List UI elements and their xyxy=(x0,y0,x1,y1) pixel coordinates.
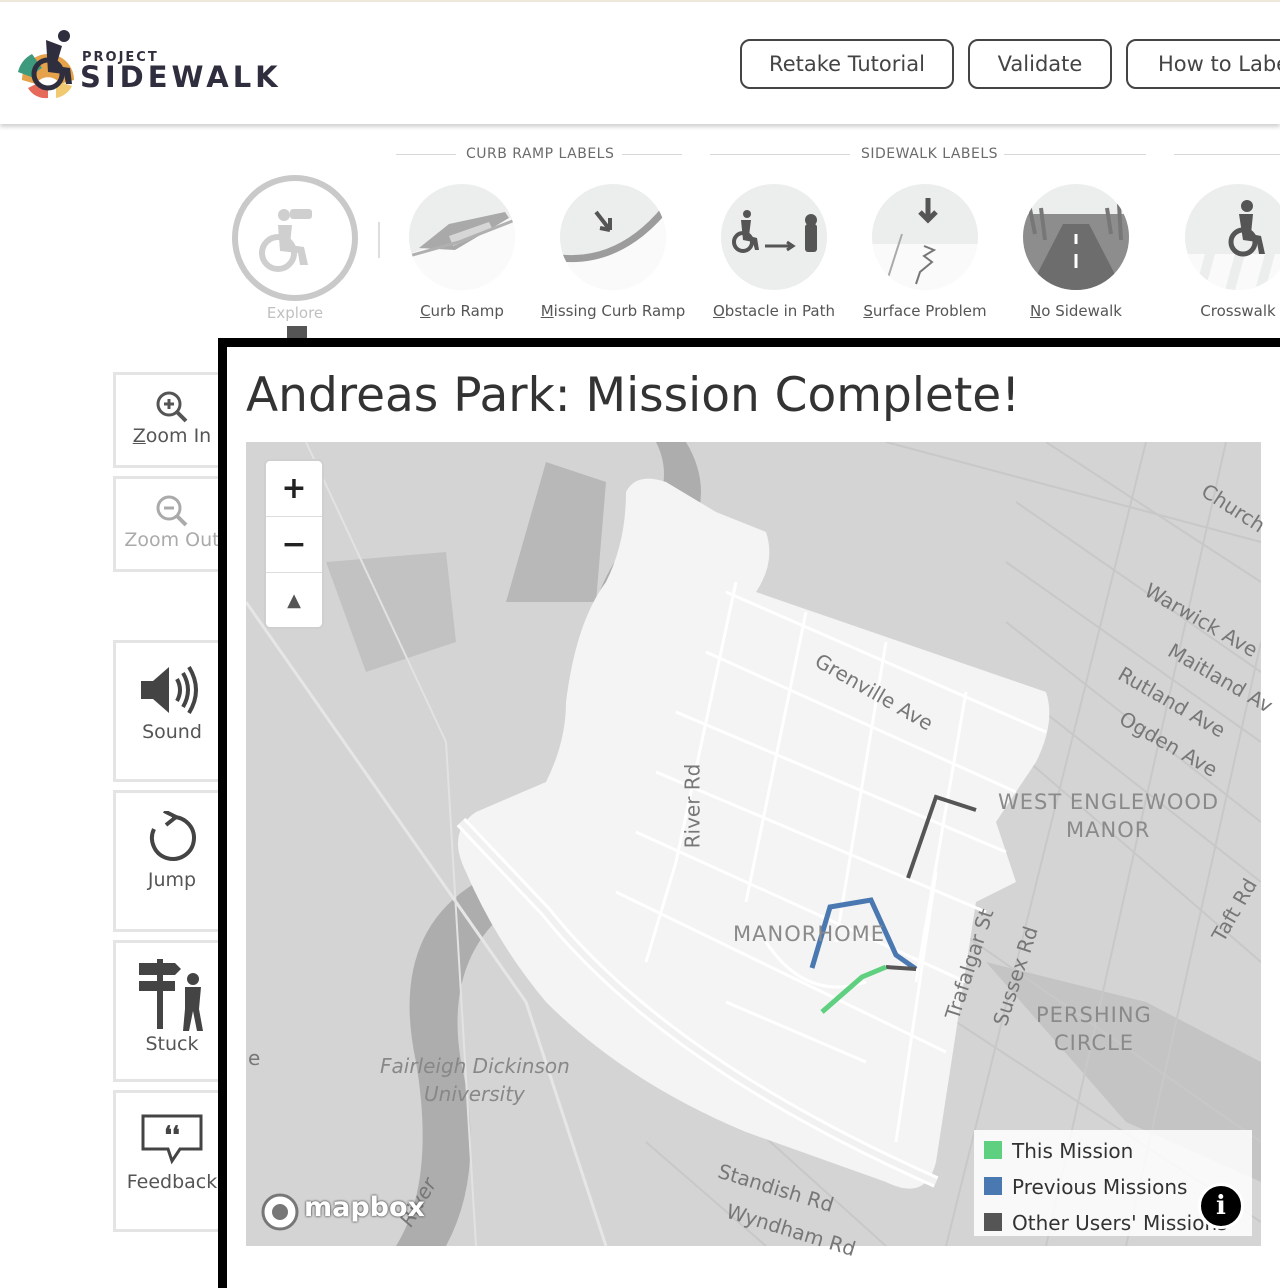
map-zoom-in-button[interactable]: + xyxy=(266,461,322,517)
missing-curb-ramp-label: Missing Curb Ramp xyxy=(540,302,686,320)
sound-button[interactable]: Sound xyxy=(113,640,223,782)
section-divider xyxy=(622,154,682,155)
legend-swatch xyxy=(984,1177,1002,1195)
map-label-west-englewood: WEST ENGLEWOOD xyxy=(998,790,1220,814)
zoom-out-icon xyxy=(116,493,228,533)
legend-this-mission: This Mission xyxy=(984,1139,1133,1163)
section-divider xyxy=(710,154,850,155)
obstacle-in-path-icon xyxy=(721,184,827,290)
surface-problem-label: Surface Problem xyxy=(863,302,987,320)
jump-button[interactable]: Jump xyxy=(113,790,223,932)
legend-previous-missions: Previous Missions xyxy=(984,1175,1187,1199)
project-sidewalk-logo[interactable]: PROJECT SIDEWALK xyxy=(16,28,286,102)
map-label-edge: e xyxy=(248,1046,261,1070)
signpost-person-icon xyxy=(116,955,228,1039)
zoom-out-side-button[interactable]: Zoom Out xyxy=(113,476,223,572)
map-label-river-rd: River Rd xyxy=(680,763,705,849)
curb-ramp-tool[interactable]: Curb Ramp xyxy=(387,184,537,320)
section-divider xyxy=(396,154,456,155)
surface-problem-tool[interactable]: Surface Problem xyxy=(850,184,1000,320)
sound-label: Sound xyxy=(142,721,202,743)
no-sidewalk-tool[interactable]: No Sidewalk xyxy=(1001,184,1151,320)
mapbox-logo-icon xyxy=(261,1193,299,1231)
explore-tool-button[interactable] xyxy=(232,175,358,301)
mission-complete-title: Andreas Park: Mission Complete! xyxy=(246,368,1021,423)
feedback-bubble-icon: ❛❛ xyxy=(116,1113,228,1169)
zoom-in-label: Zoom In xyxy=(132,425,212,447)
explore-binoculars-icon xyxy=(259,209,312,272)
svg-text:❛❛: ❛❛ xyxy=(164,1120,179,1149)
crosswalk-label: Crosswalk xyxy=(1200,302,1276,320)
speaker-icon xyxy=(116,663,228,721)
zoom-out-label: Zoom Out xyxy=(124,529,220,551)
map-label-circle: CIRCLE xyxy=(1054,1031,1135,1055)
mapbox-logo-text: mapbox xyxy=(304,1192,425,1223)
toolbar-divider xyxy=(378,222,380,258)
missing-curb-ramp-tool[interactable]: Missing Curb Ramp xyxy=(538,184,688,320)
obstacle-in-path-label: Obstacle in Path xyxy=(712,302,836,320)
map-label-manor-home: MANORHOME xyxy=(733,922,886,946)
jump-arrow-icon xyxy=(116,809,228,869)
obstacle-in-path-tool[interactable]: Obstacle in Path xyxy=(699,184,849,320)
section-divider xyxy=(1004,154,1146,155)
retake-tutorial-button[interactable]: Retake Tutorial xyxy=(740,39,954,89)
header-bar: PROJECT SIDEWALK Retake Tutorial Validat… xyxy=(0,0,1280,124)
compass-icon[interactable]: ▲ xyxy=(266,573,322,628)
zoom-in-icon xyxy=(116,389,228,429)
map-label-pershing: PERSHING xyxy=(1036,1003,1152,1027)
stuck-label: Stuck xyxy=(145,1033,199,1055)
map-zoom-controls: + − ▲ xyxy=(264,459,324,629)
curb-ramp-icon xyxy=(409,184,515,290)
no-sidewalk-label: No Sidewalk xyxy=(1030,302,1122,320)
feedback-label: Feedback xyxy=(126,1171,218,1193)
map-label-university: University xyxy=(424,1082,525,1106)
curb-ramp-label: Curb Ramp xyxy=(420,302,504,320)
map-zoom-out-button[interactable]: − xyxy=(266,517,322,573)
map-canvas xyxy=(246,442,1261,1246)
info-icon[interactable]: i xyxy=(1198,1183,1244,1229)
feedback-button[interactable]: ❛❛ Feedback xyxy=(113,1090,223,1232)
explore-label: Explore xyxy=(266,304,324,322)
validate-button[interactable]: Validate xyxy=(968,39,1112,89)
surface-problem-icon xyxy=(872,184,978,290)
map-label-fdu: Fairleigh Dickinson xyxy=(380,1054,570,1078)
mission-map[interactable] xyxy=(246,442,1261,1246)
logo-sidewalk-text: SIDEWALK xyxy=(80,60,282,94)
no-sidewalk-icon xyxy=(1023,184,1129,290)
how-to-label-button[interactable]: How to Label xyxy=(1126,39,1280,89)
sidewalk-section-title: SIDEWALK LABELS xyxy=(861,146,999,162)
zoom-in-side-button[interactable]: Zoom In xyxy=(113,372,223,468)
section-divider xyxy=(1174,154,1280,155)
jump-label: Jump xyxy=(147,869,197,891)
curb-ramp-section-title: CURB RAMP LABELS xyxy=(466,146,615,162)
legend-swatch xyxy=(984,1141,1002,1159)
legend-other-users-missions: Other Users' Missions xyxy=(984,1211,1228,1235)
missing-curb-ramp-icon xyxy=(560,184,666,290)
legend-swatch xyxy=(984,1213,1002,1231)
crosswalk-icon xyxy=(1185,184,1280,290)
crosswalk-tool[interactable]: Crosswalk xyxy=(1163,184,1280,320)
map-label-manor: MANOR xyxy=(1066,818,1151,842)
stuck-button[interactable]: Stuck xyxy=(113,940,223,1082)
logo-wheelchair-icon xyxy=(18,30,74,99)
